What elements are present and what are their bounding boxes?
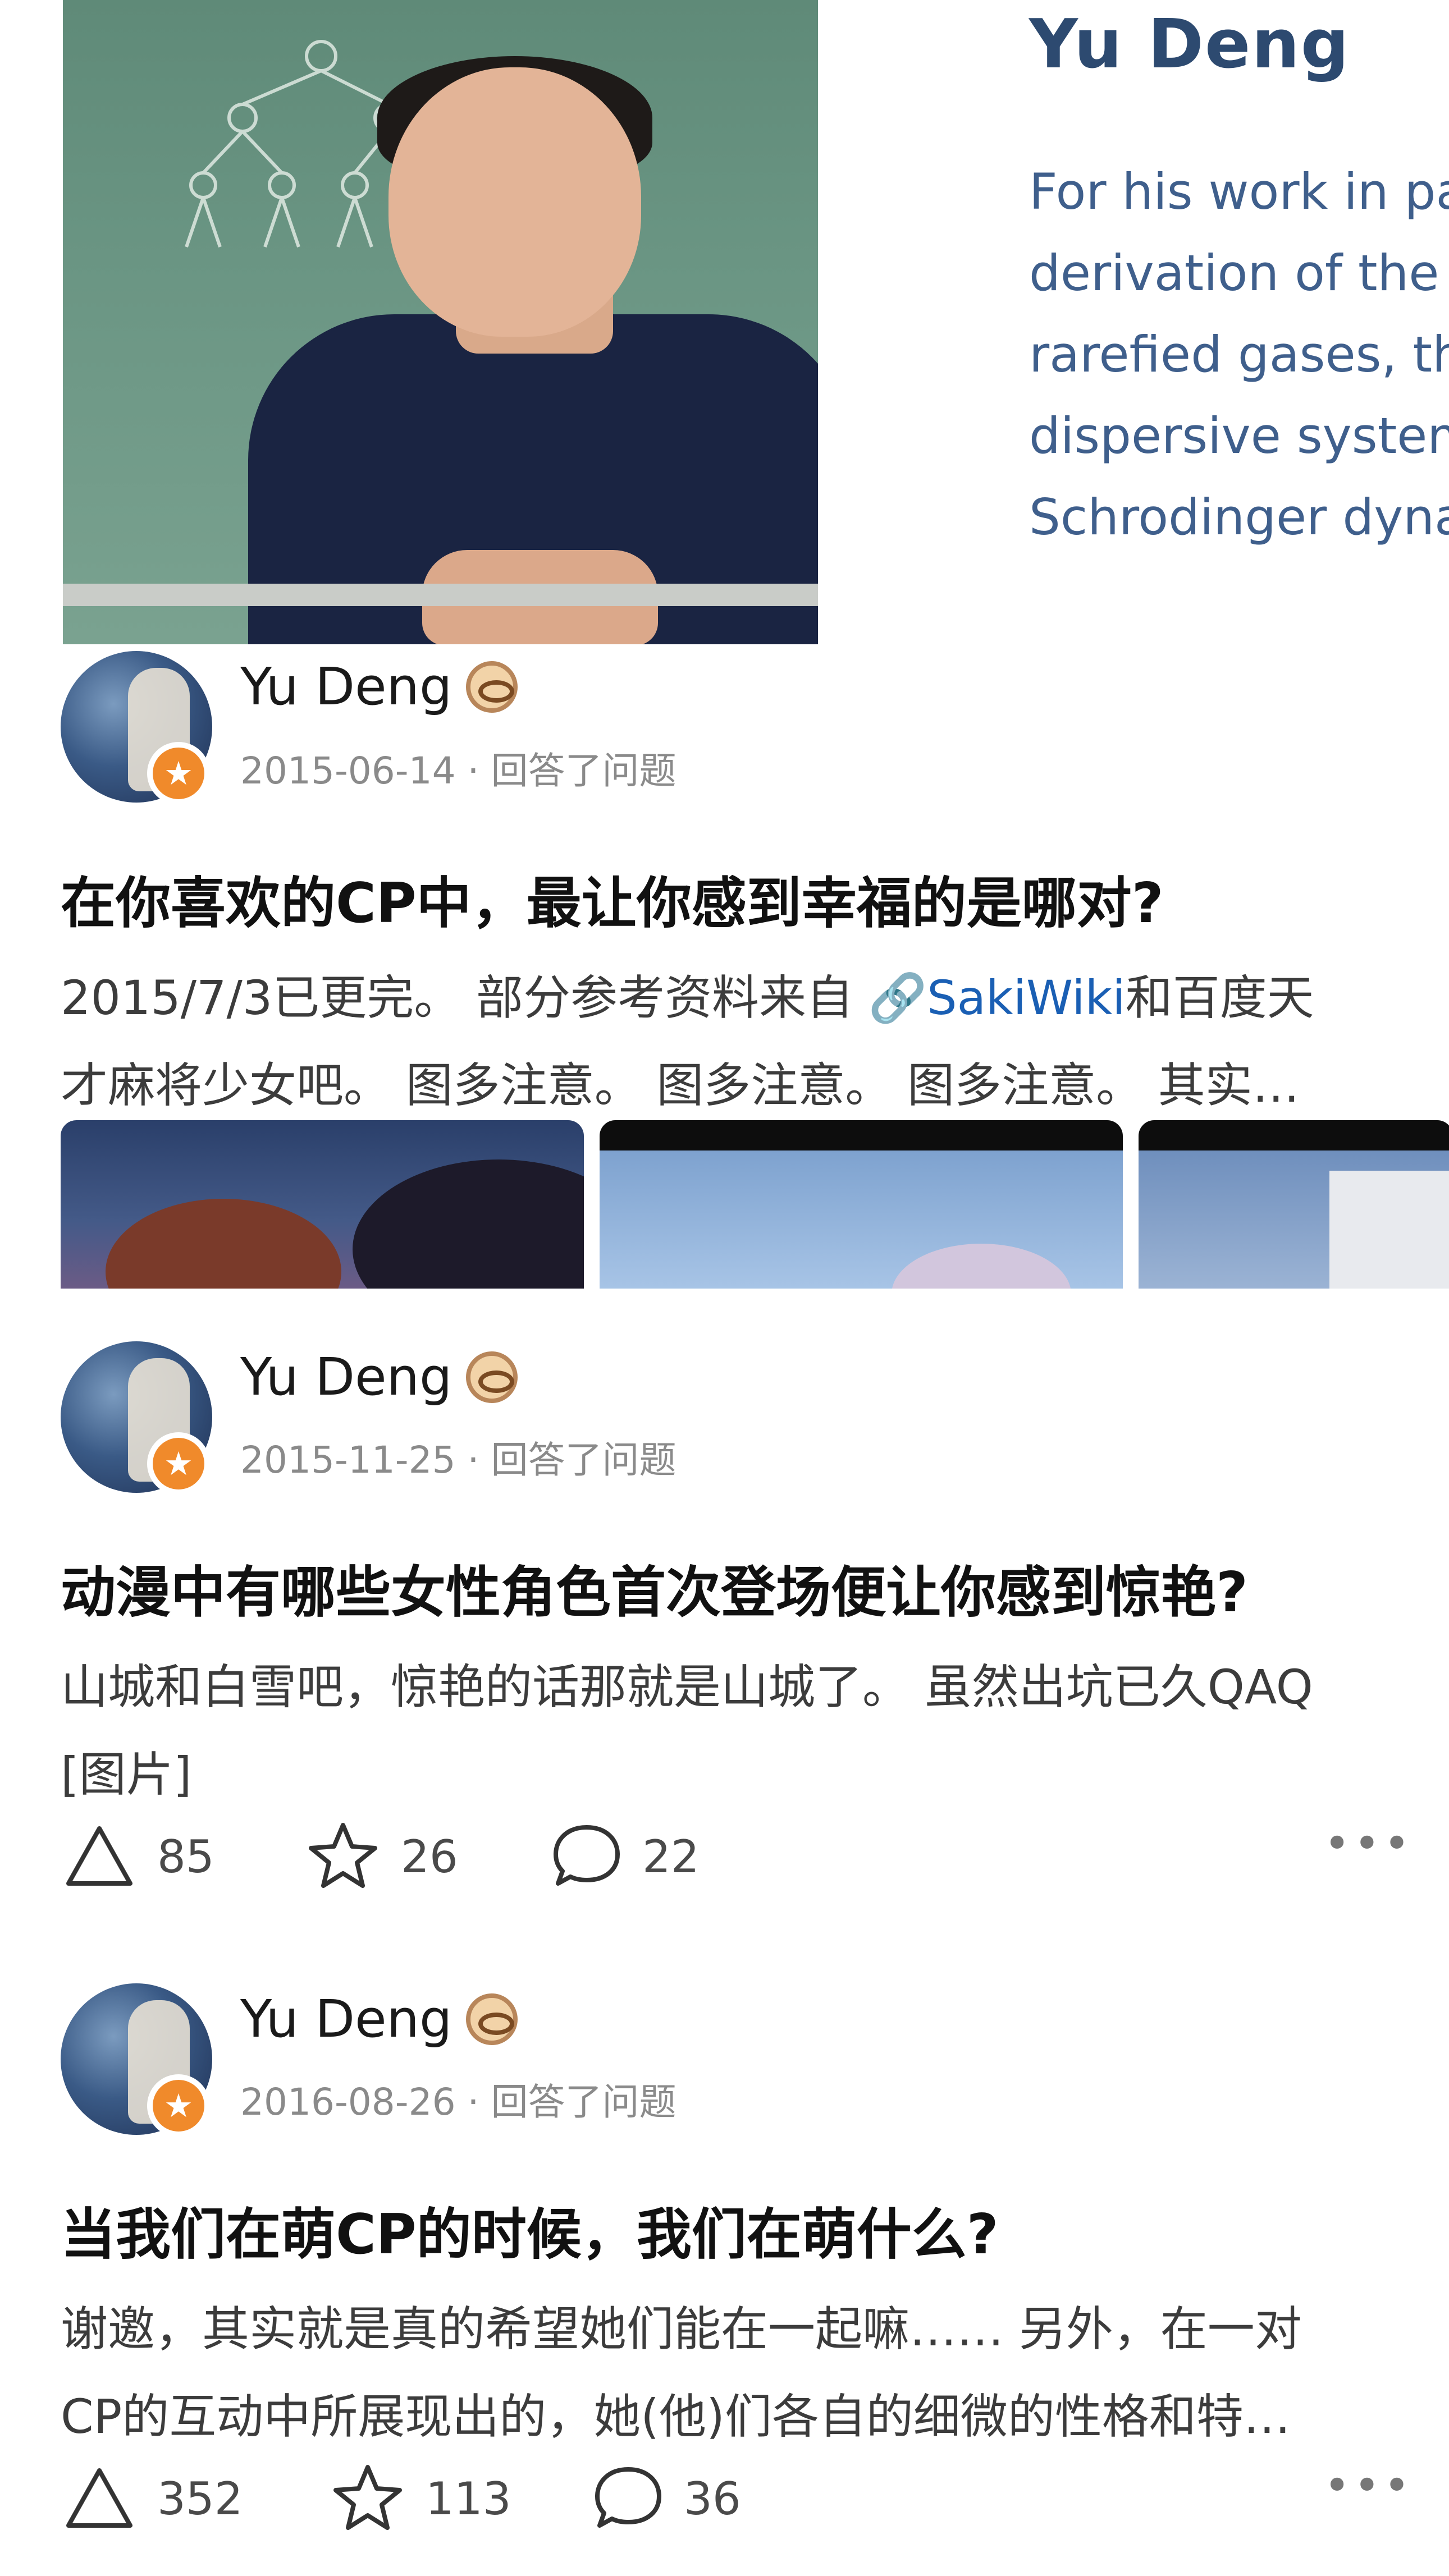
answer-image-thumbnail[interactable]: [1139, 1120, 1449, 1289]
person-face: [388, 67, 641, 337]
answer-excerpt[interactable]: 2015/7/3已更完。 部分参考资料来自 🔗SakiWiki和百度天 才麻将少…: [61, 954, 1425, 1129]
speech-bubble-icon[interactable]: [550, 1821, 623, 1890]
triangle-upvote-icon[interactable]: [63, 2465, 136, 2532]
excerpt-text: 谢邀，其实就是真的希望她们能在一起嘛…… 另外，在一对: [61, 2302, 1302, 2357]
post-meta: 2016-08-26 · 回答了问题: [240, 2080, 676, 2124]
comment-count: 36: [684, 2473, 741, 2525]
more-dots-icon[interactable]: •••: [1324, 1817, 1414, 1869]
award-citation-line: dispersive system: [1029, 407, 1449, 465]
star-badge-icon: ★: [147, 742, 210, 805]
excerpt-text: 才麻将少女吧。 图多注意。 图多注意。 图多注意。 其实…: [61, 1058, 1300, 1113]
post-meta: 2015-06-14 · 回答了问题: [240, 749, 676, 792]
comment-count: 22: [642, 1831, 700, 1883]
verified-badge-icon: [466, 1351, 518, 1403]
favorite-count: 26: [401, 1831, 458, 1883]
verified-badge-icon: [466, 661, 518, 713]
star-icon[interactable]: [331, 2463, 404, 2532]
star-icon[interactable]: [307, 1821, 380, 1890]
chalk-ledge: [63, 584, 818, 606]
answer-image-thumbnail[interactable]: [61, 1120, 584, 1289]
award-citation-line: derivation of the: [1029, 244, 1439, 302]
award-name: Yu Deng: [1029, 6, 1350, 84]
award-citation-line: Schrodinger dyna: [1029, 488, 1449, 546]
excerpt-text: [图片]: [61, 1747, 192, 1802]
like-count: 352: [157, 2473, 243, 2525]
excerpt-text: CP的互动中所展现出的，她(他)们各自的细微的性格和特…: [61, 2389, 1291, 2444]
link-icon: 🔗: [868, 970, 927, 1025]
question-title[interactable]: 在你喜欢的CP中，最让你感到幸福的是哪对?: [61, 859, 1164, 938]
answer-excerpt[interactable]: 山城和白雪吧，惊艳的话那就是山城了。 虽然出坑已久QAQ [图片]: [61, 1643, 1425, 1818]
award-citation-line: rarefied gases, th: [1029, 326, 1449, 383]
excerpt-text: 山城和白雪吧，惊艳的话那就是山城了。 虽然出坑已久QAQ: [61, 1660, 1313, 1715]
speech-bubble-icon[interactable]: [592, 2463, 665, 2532]
excerpt-text: 2015/7/3已更完。 部分参考资料来自: [61, 970, 869, 1025]
author-name[interactable]: Yu Deng: [240, 657, 452, 717]
star-badge-icon: ★: [147, 2074, 210, 2137]
author-name[interactable]: Yu Deng: [240, 1989, 452, 2049]
question-title[interactable]: 动漫中有哪些女性角色首次登场便让你感到惊艳?: [61, 1548, 1248, 1628]
excerpt-text: 和百度天: [1125, 970, 1314, 1025]
answer-image-thumbnail[interactable]: [600, 1120, 1123, 1289]
award-composite: Yu Deng For his work in pa derivation of…: [0, 0, 1449, 645]
author-name[interactable]: Yu Deng: [240, 1347, 452, 1407]
favorite-count: 113: [426, 2473, 511, 2525]
more-dots-icon[interactable]: •••: [1324, 2459, 1414, 2511]
post-meta: 2015-11-25 · 回答了问题: [240, 1438, 676, 1482]
answer-excerpt[interactable]: 谢邀，其实就是真的希望她们能在一起嘛…… 另外，在一对 CP的互动中所展现出的，…: [61, 2285, 1425, 2460]
sakiwiki-link[interactable]: SakiWiki: [927, 970, 1125, 1025]
triangle-upvote-icon[interactable]: [63, 1823, 136, 1890]
verified-badge-icon: [466, 1993, 518, 2045]
star-badge-icon: ★: [147, 1432, 210, 1495]
question-title[interactable]: 当我们在萌CP的时候，我们在萌什么?: [61, 2190, 999, 2270]
award-citation-line: For his work in pa: [1029, 163, 1449, 221]
person-photo: [63, 0, 818, 644]
like-count: 85: [157, 1831, 214, 1883]
